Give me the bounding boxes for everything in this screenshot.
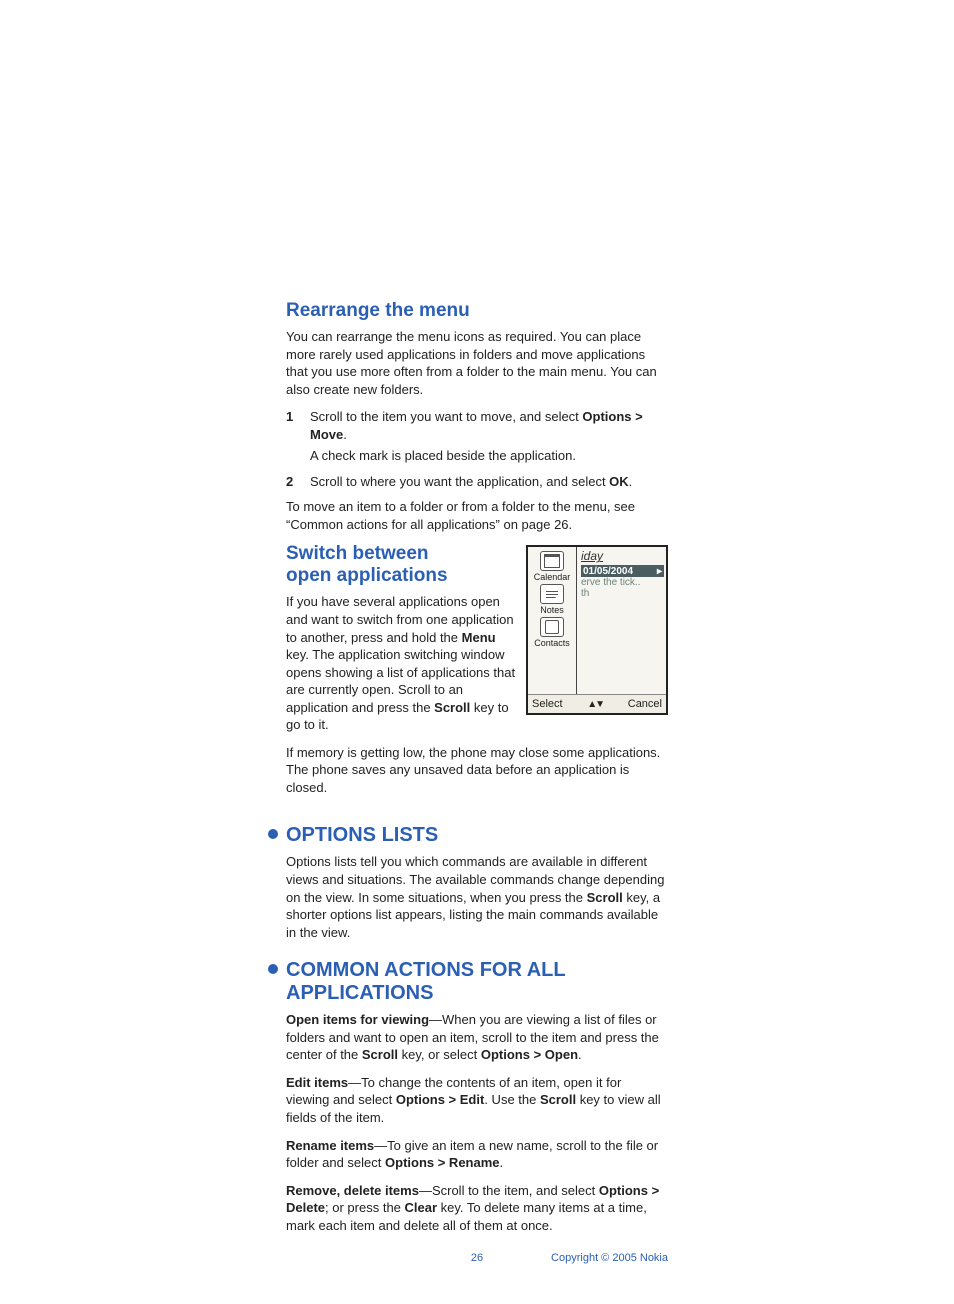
app-label: Calendar bbox=[534, 572, 571, 582]
bold-text: Remove, delete items bbox=[286, 1183, 419, 1198]
step-number: 1 bbox=[286, 408, 296, 469]
rearrange-step-2: 2 Scroll to where you want the applicati… bbox=[286, 473, 668, 495]
text: —Scroll to the item, and select bbox=[419, 1183, 599, 1198]
bullet-icon bbox=[268, 829, 278, 839]
text: . Use the bbox=[484, 1092, 540, 1107]
text: . bbox=[343, 427, 347, 442]
step1-line2: A check mark is placed beside the applic… bbox=[310, 447, 668, 465]
text: . bbox=[500, 1155, 504, 1170]
bold-text: Menu bbox=[462, 630, 496, 645]
nav-arrows-icon: ▲▼ bbox=[587, 699, 603, 710]
app-label: Notes bbox=[540, 605, 564, 615]
text: ; or press the bbox=[325, 1200, 404, 1215]
text: key, or select bbox=[398, 1047, 481, 1062]
text: Scroll to where you want the application… bbox=[310, 474, 609, 489]
bold-text: OK bbox=[609, 474, 629, 489]
bold-text: Rename items bbox=[286, 1138, 374, 1153]
bold-text: Options > Rename bbox=[385, 1155, 500, 1170]
app-switcher-column: Calendar Notes Contacts bbox=[528, 547, 577, 694]
date-bar: 01/05/2004 ▸ bbox=[581, 565, 664, 577]
text: . bbox=[578, 1047, 582, 1062]
content-heading: iday bbox=[581, 549, 664, 565]
softkey-right: Cancel bbox=[628, 698, 662, 710]
step1-line1: Scroll to the item you want to move, and… bbox=[310, 408, 668, 443]
rearrange-step-1: 1 Scroll to the item you want to move, a… bbox=[286, 408, 668, 469]
heading-options-lists: OPTIONS LISTS bbox=[286, 824, 668, 847]
step2-line1: Scroll to where you want the application… bbox=[310, 473, 632, 491]
heading-text: COMMON ACTIONS FOR ALL APPLICATIONS bbox=[286, 959, 565, 1004]
copyright: Copyright © 2005 Nokia bbox=[551, 1252, 668, 1264]
app-label: Contacts bbox=[534, 638, 570, 648]
heading-line2: open applications bbox=[286, 565, 448, 586]
page: Rearrange the menu You can rearrange the… bbox=[0, 0, 954, 1304]
content-row: th bbox=[581, 588, 664, 599]
common-rename: Rename items—To give an item a new name,… bbox=[286, 1137, 668, 1172]
common-edit: Edit items—To change the contents of an … bbox=[286, 1074, 668, 1127]
bold-text: Scroll bbox=[434, 700, 470, 715]
heading-line1: Switch between bbox=[286, 543, 429, 564]
heading-rearrange: Rearrange the menu bbox=[286, 300, 668, 322]
heading-common-actions: COMMON ACTIONS FOR ALL APPLICATIONS bbox=[286, 959, 668, 1005]
heading-text: OPTIONS LISTS bbox=[286, 824, 438, 846]
text: . bbox=[629, 474, 633, 489]
date-text: 01/05/2004 bbox=[583, 566, 633, 577]
phone-screen: Calendar Notes Contacts iday 01/05/2004 bbox=[526, 545, 668, 715]
app-notes: Notes bbox=[540, 584, 564, 615]
bold-text: Open items for viewing bbox=[286, 1012, 429, 1027]
arrow-right-icon: ▸ bbox=[657, 566, 662, 577]
bold-text: Options > Open bbox=[481, 1047, 578, 1062]
common-remove: Remove, delete items—Scroll to the item,… bbox=[286, 1182, 668, 1235]
softkey-left: Select bbox=[532, 698, 563, 710]
switch-p2: If memory is getting low, the phone may … bbox=[286, 744, 668, 797]
bold-text: Options > Edit bbox=[396, 1092, 484, 1107]
app-contacts: Contacts bbox=[534, 617, 570, 648]
rearrange-intro: You can rearrange the menu icons as requ… bbox=[286, 328, 668, 398]
content-row: erve the tick.. bbox=[581, 577, 664, 588]
page-footer: 26 Copyright © 2005 Nokia bbox=[286, 1252, 668, 1264]
softkey-bar: Select ▲▼ Cancel bbox=[528, 694, 666, 713]
bold-text: Edit items bbox=[286, 1075, 348, 1090]
options-paragraph: Options lists tell you which commands ar… bbox=[286, 853, 668, 941]
rearrange-outro: To move an item to a folder or from a fo… bbox=[286, 498, 668, 533]
app-calendar: Calendar bbox=[534, 551, 571, 582]
common-open: Open items for viewing—When you are view… bbox=[286, 1011, 668, 1064]
page-number: 26 bbox=[471, 1252, 483, 1264]
bold-text: Scroll bbox=[362, 1047, 398, 1062]
notes-icon bbox=[540, 584, 564, 604]
step-number: 2 bbox=[286, 473, 296, 495]
bold-text: Scroll bbox=[540, 1092, 576, 1107]
contacts-icon bbox=[540, 617, 564, 637]
bold-text: Clear bbox=[405, 1200, 438, 1215]
bold-text: Scroll bbox=[587, 890, 623, 905]
app-content-area: iday 01/05/2004 ▸ erve the tick.. th bbox=[577, 547, 666, 694]
calendar-icon bbox=[540, 551, 564, 571]
phone-screenshot: Calendar Notes Contacts iday 01/05/2004 bbox=[526, 545, 668, 715]
bullet-icon bbox=[268, 964, 278, 974]
text: Scroll to the item you want to move, and… bbox=[310, 409, 582, 424]
